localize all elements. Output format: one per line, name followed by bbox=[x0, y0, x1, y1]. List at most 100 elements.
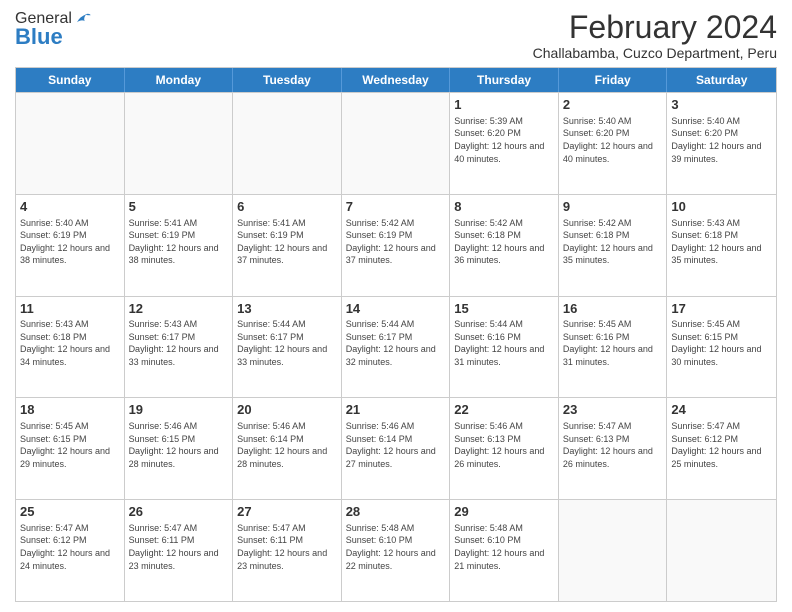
header: General Blue February 2024 Challabamba, … bbox=[15, 10, 777, 61]
calendar-cell: 10Sunrise: 5:43 AMSunset: 6:18 PMDayligh… bbox=[667, 195, 776, 296]
day-number: 24 bbox=[671, 401, 772, 419]
calendar-cell: 9Sunrise: 5:42 AMSunset: 6:18 PMDaylight… bbox=[559, 195, 668, 296]
day-number: 5 bbox=[129, 198, 229, 216]
day-number: 11 bbox=[20, 300, 120, 318]
day-number: 1 bbox=[454, 96, 554, 114]
day-info: Sunrise: 5:41 AMSunset: 6:19 PMDaylight:… bbox=[237, 217, 337, 267]
day-number: 4 bbox=[20, 198, 120, 216]
title-section: February 2024 Challabamba, Cuzco Departm… bbox=[533, 10, 777, 61]
calendar-row-2: 11Sunrise: 5:43 AMSunset: 6:18 PMDayligh… bbox=[16, 296, 776, 398]
calendar-cell: 3Sunrise: 5:40 AMSunset: 6:20 PMDaylight… bbox=[667, 93, 776, 194]
day-number: 2 bbox=[563, 96, 663, 114]
day-info: Sunrise: 5:48 AMSunset: 6:10 PMDaylight:… bbox=[346, 522, 446, 572]
day-info: Sunrise: 5:48 AMSunset: 6:10 PMDaylight:… bbox=[454, 522, 554, 572]
day-number: 14 bbox=[346, 300, 446, 318]
logo-blue-text: Blue bbox=[15, 24, 63, 50]
day-info: Sunrise: 5:44 AMSunset: 6:17 PMDaylight:… bbox=[346, 318, 446, 368]
calendar-cell: 16Sunrise: 5:45 AMSunset: 6:16 PMDayligh… bbox=[559, 297, 668, 398]
calendar-cell: 11Sunrise: 5:43 AMSunset: 6:18 PMDayligh… bbox=[16, 297, 125, 398]
calendar-cell: 6Sunrise: 5:41 AMSunset: 6:19 PMDaylight… bbox=[233, 195, 342, 296]
calendar-cell: 21Sunrise: 5:46 AMSunset: 6:14 PMDayligh… bbox=[342, 398, 451, 499]
calendar-cell: 25Sunrise: 5:47 AMSunset: 6:12 PMDayligh… bbox=[16, 500, 125, 601]
calendar-cell: 2Sunrise: 5:40 AMSunset: 6:20 PMDaylight… bbox=[559, 93, 668, 194]
day-info: Sunrise: 5:46 AMSunset: 6:13 PMDaylight:… bbox=[454, 420, 554, 470]
day-info: Sunrise: 5:43 AMSunset: 6:18 PMDaylight:… bbox=[20, 318, 120, 368]
day-info: Sunrise: 5:39 AMSunset: 6:20 PMDaylight:… bbox=[454, 115, 554, 165]
day-info: Sunrise: 5:45 AMSunset: 6:16 PMDaylight:… bbox=[563, 318, 663, 368]
day-info: Sunrise: 5:42 AMSunset: 6:18 PMDaylight:… bbox=[454, 217, 554, 267]
day-number: 18 bbox=[20, 401, 120, 419]
logo-bird-icon bbox=[74, 10, 92, 28]
calendar-body: 1Sunrise: 5:39 AMSunset: 6:20 PMDaylight… bbox=[16, 92, 776, 601]
calendar-cell bbox=[667, 500, 776, 601]
calendar-cell: 7Sunrise: 5:42 AMSunset: 6:19 PMDaylight… bbox=[342, 195, 451, 296]
day-number: 28 bbox=[346, 503, 446, 521]
day-number: 6 bbox=[237, 198, 337, 216]
header-day-thursday: Thursday bbox=[450, 68, 559, 92]
day-info: Sunrise: 5:44 AMSunset: 6:16 PMDaylight:… bbox=[454, 318, 554, 368]
calendar-row-0: 1Sunrise: 5:39 AMSunset: 6:20 PMDaylight… bbox=[16, 92, 776, 194]
calendar-cell: 14Sunrise: 5:44 AMSunset: 6:17 PMDayligh… bbox=[342, 297, 451, 398]
subtitle: Challabamba, Cuzco Department, Peru bbox=[533, 45, 777, 61]
day-number: 26 bbox=[129, 503, 229, 521]
day-info: Sunrise: 5:47 AMSunset: 6:13 PMDaylight:… bbox=[563, 420, 663, 470]
calendar-cell: 17Sunrise: 5:45 AMSunset: 6:15 PMDayligh… bbox=[667, 297, 776, 398]
day-number: 21 bbox=[346, 401, 446, 419]
day-info: Sunrise: 5:40 AMSunset: 6:19 PMDaylight:… bbox=[20, 217, 120, 267]
calendar-cell: 8Sunrise: 5:42 AMSunset: 6:18 PMDaylight… bbox=[450, 195, 559, 296]
calendar-cell bbox=[16, 93, 125, 194]
calendar-cell: 20Sunrise: 5:46 AMSunset: 6:14 PMDayligh… bbox=[233, 398, 342, 499]
header-day-wednesday: Wednesday bbox=[342, 68, 451, 92]
calendar-cell: 18Sunrise: 5:45 AMSunset: 6:15 PMDayligh… bbox=[16, 398, 125, 499]
day-info: Sunrise: 5:47 AMSunset: 6:12 PMDaylight:… bbox=[671, 420, 772, 470]
day-info: Sunrise: 5:46 AMSunset: 6:14 PMDaylight:… bbox=[237, 420, 337, 470]
day-info: Sunrise: 5:46 AMSunset: 6:14 PMDaylight:… bbox=[346, 420, 446, 470]
day-info: Sunrise: 5:41 AMSunset: 6:19 PMDaylight:… bbox=[129, 217, 229, 267]
calendar-cell: 23Sunrise: 5:47 AMSunset: 6:13 PMDayligh… bbox=[559, 398, 668, 499]
calendar-cell: 15Sunrise: 5:44 AMSunset: 6:16 PMDayligh… bbox=[450, 297, 559, 398]
day-number: 27 bbox=[237, 503, 337, 521]
day-info: Sunrise: 5:40 AMSunset: 6:20 PMDaylight:… bbox=[563, 115, 663, 165]
day-number: 19 bbox=[129, 401, 229, 419]
day-number: 23 bbox=[563, 401, 663, 419]
calendar-cell: 4Sunrise: 5:40 AMSunset: 6:19 PMDaylight… bbox=[16, 195, 125, 296]
header-day-friday: Friday bbox=[559, 68, 668, 92]
day-number: 20 bbox=[237, 401, 337, 419]
calendar-cell: 5Sunrise: 5:41 AMSunset: 6:19 PMDaylight… bbox=[125, 195, 234, 296]
calendar-row-1: 4Sunrise: 5:40 AMSunset: 6:19 PMDaylight… bbox=[16, 194, 776, 296]
day-number: 10 bbox=[671, 198, 772, 216]
calendar-cell: 1Sunrise: 5:39 AMSunset: 6:20 PMDaylight… bbox=[450, 93, 559, 194]
main-title: February 2024 bbox=[533, 10, 777, 45]
day-info: Sunrise: 5:47 AMSunset: 6:11 PMDaylight:… bbox=[237, 522, 337, 572]
day-info: Sunrise: 5:47 AMSunset: 6:11 PMDaylight:… bbox=[129, 522, 229, 572]
day-number: 15 bbox=[454, 300, 554, 318]
day-number: 13 bbox=[237, 300, 337, 318]
day-info: Sunrise: 5:40 AMSunset: 6:20 PMDaylight:… bbox=[671, 115, 772, 165]
header-day-saturday: Saturday bbox=[667, 68, 776, 92]
calendar-cell: 12Sunrise: 5:43 AMSunset: 6:17 PMDayligh… bbox=[125, 297, 234, 398]
day-number: 12 bbox=[129, 300, 229, 318]
calendar-cell: 22Sunrise: 5:46 AMSunset: 6:13 PMDayligh… bbox=[450, 398, 559, 499]
header-day-tuesday: Tuesday bbox=[233, 68, 342, 92]
day-number: 8 bbox=[454, 198, 554, 216]
calendar-cell: 13Sunrise: 5:44 AMSunset: 6:17 PMDayligh… bbox=[233, 297, 342, 398]
day-number: 25 bbox=[20, 503, 120, 521]
day-info: Sunrise: 5:45 AMSunset: 6:15 PMDaylight:… bbox=[20, 420, 120, 470]
day-number: 17 bbox=[671, 300, 772, 318]
day-info: Sunrise: 5:45 AMSunset: 6:15 PMDaylight:… bbox=[671, 318, 772, 368]
day-number: 7 bbox=[346, 198, 446, 216]
calendar-cell bbox=[233, 93, 342, 194]
day-number: 22 bbox=[454, 401, 554, 419]
day-info: Sunrise: 5:47 AMSunset: 6:12 PMDaylight:… bbox=[20, 522, 120, 572]
day-number: 16 bbox=[563, 300, 663, 318]
day-info: Sunrise: 5:43 AMSunset: 6:18 PMDaylight:… bbox=[671, 217, 772, 267]
logo: General Blue bbox=[15, 10, 92, 50]
calendar-row-4: 25Sunrise: 5:47 AMSunset: 6:12 PMDayligh… bbox=[16, 499, 776, 601]
calendar: SundayMondayTuesdayWednesdayThursdayFrid… bbox=[15, 67, 777, 602]
calendar-cell: 27Sunrise: 5:47 AMSunset: 6:11 PMDayligh… bbox=[233, 500, 342, 601]
day-info: Sunrise: 5:46 AMSunset: 6:15 PMDaylight:… bbox=[129, 420, 229, 470]
calendar-cell: 19Sunrise: 5:46 AMSunset: 6:15 PMDayligh… bbox=[125, 398, 234, 499]
day-info: Sunrise: 5:44 AMSunset: 6:17 PMDaylight:… bbox=[237, 318, 337, 368]
calendar-cell bbox=[559, 500, 668, 601]
day-info: Sunrise: 5:43 AMSunset: 6:17 PMDaylight:… bbox=[129, 318, 229, 368]
